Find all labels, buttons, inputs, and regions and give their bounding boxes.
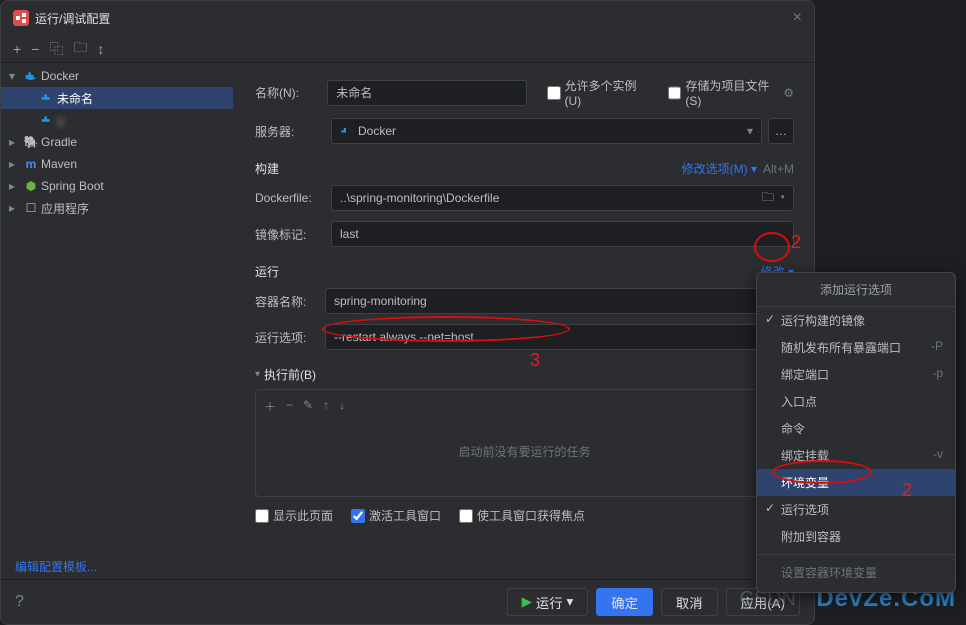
tree-node-maven[interactable]: ▸ m Maven bbox=[1, 153, 233, 175]
run-options-input[interactable] bbox=[325, 324, 794, 350]
application-icon: ☐ bbox=[21, 201, 41, 215]
remove-task-button[interactable]: − bbox=[286, 398, 293, 415]
popup-item-attach-container[interactable]: 附加到容器 bbox=[757, 523, 955, 550]
dockerfile-label: Dockerfile: bbox=[255, 191, 331, 205]
name-input[interactable] bbox=[327, 80, 527, 106]
tree-node-springboot[interactable]: ▸ ⬢ Spring Boot bbox=[1, 175, 233, 197]
docker-icon bbox=[37, 113, 57, 127]
remove-config-button[interactable]: − bbox=[31, 41, 39, 57]
popup-item-entrypoint[interactable]: 入口点 bbox=[757, 388, 955, 415]
edit-templates-link[interactable]: 编辑配置模板... bbox=[15, 560, 97, 574]
ok-button[interactable]: 确定 bbox=[596, 588, 653, 616]
popup-title: 添加运行选项 bbox=[757, 273, 955, 307]
shortcut-hint: Alt+M bbox=[763, 162, 794, 176]
popup-item-command[interactable]: 命令 bbox=[757, 415, 955, 442]
run-section: 运行 修改 ▾ 容器名称: 运行选项: bbox=[255, 263, 794, 350]
sort-button[interactable]: ↕ bbox=[97, 41, 104, 57]
close-icon[interactable]: × bbox=[793, 9, 802, 27]
tree-node-app[interactable]: ▸ ☐ 应用程序 bbox=[1, 197, 233, 219]
popup-item-publish-all[interactable]: 随机发布所有暴露端口-P bbox=[757, 334, 955, 361]
dockerfile-field[interactable]: ..\spring-monitoring\Dockerfile 🗀 ▾ bbox=[331, 185, 794, 211]
container-name-label: 容器名称: bbox=[255, 293, 325, 310]
show-page-label: 显示此页面 bbox=[273, 507, 333, 524]
server-label: 服务器: bbox=[255, 123, 331, 140]
run-options-label: 运行选项: bbox=[255, 329, 325, 346]
activate-tool-window-checkbox[interactable]: 激活工具窗口 bbox=[351, 507, 441, 524]
down-task-button[interactable]: ↓ bbox=[339, 398, 345, 415]
allow-multi-instance-checkbox[interactable]: 允许多个实例(U) bbox=[547, 77, 648, 108]
activate-tool-window-label: 激活工具窗口 bbox=[369, 507, 441, 524]
name-label: 名称(N): bbox=[255, 84, 327, 101]
tree-label: Maven bbox=[41, 157, 77, 171]
tree-leaf-blurred[interactable]: g bbox=[1, 109, 233, 131]
add-config-button[interactable]: + bbox=[13, 41, 21, 57]
tree-label: Spring Boot bbox=[41, 179, 104, 193]
tree-label: g bbox=[57, 113, 64, 127]
server-more-button[interactable]: … bbox=[768, 118, 794, 144]
chevron-down-icon: ▾ bbox=[781, 190, 785, 204]
add-run-options-popup: 添加运行选项 运行构建的镜像 随机发布所有暴露端口-P 绑定端口-p 入口点 命… bbox=[756, 272, 956, 593]
copy-config-button[interactable]: ⿻ bbox=[49, 39, 63, 59]
build-title: 构建 bbox=[255, 160, 279, 177]
before-exec-title: 执行前(B) bbox=[264, 366, 316, 383]
allow-multi-label: 允许多个实例(U) bbox=[565, 77, 649, 108]
server-value: Docker bbox=[358, 124, 396, 138]
popup-item-run-options[interactable]: 运行选项 bbox=[757, 496, 955, 523]
docker-icon bbox=[21, 69, 41, 83]
run-button[interactable]: ▶运行 ▾ bbox=[507, 588, 589, 616]
gear-icon[interactable]: ⚙ bbox=[783, 86, 794, 100]
popup-item-env-vars[interactable]: 环境变量 bbox=[757, 469, 955, 496]
form-panel: 名称(N): 允许多个实例(U) 存储为项目文件(S) ⚙ 服务器: Docke… bbox=[233, 63, 814, 558]
build-modify-link[interactable]: 修改选项(M) ▾ bbox=[682, 162, 757, 176]
up-task-button[interactable]: ↑ bbox=[323, 398, 329, 415]
titlebar: 运行/调试配置 × bbox=[1, 1, 814, 35]
app-icon bbox=[13, 10, 29, 26]
server-select[interactable]: Docker ▾ bbox=[331, 118, 762, 144]
chevron-down-icon: ▾ bbox=[747, 124, 753, 138]
image-tag-input[interactable] bbox=[331, 221, 794, 247]
tree-node-docker[interactable]: ▾ Docker bbox=[1, 65, 233, 87]
focus-tool-window-label: 使工具窗口获得焦点 bbox=[477, 507, 585, 524]
tree-label: Gradle bbox=[41, 135, 77, 149]
popup-item-build-image[interactable]: 运行构建的镜像 bbox=[757, 307, 955, 334]
dockerfile-value: ..\spring-monitoring\Dockerfile bbox=[340, 191, 499, 205]
add-task-button[interactable]: ＋ bbox=[264, 398, 276, 415]
tree-label: 未命名 bbox=[57, 90, 93, 107]
spring-icon: ⬢ bbox=[21, 179, 41, 193]
show-page-checkbox[interactable]: 显示此页面 bbox=[255, 507, 333, 524]
before-exec-empty: 启动前没有要运行的任务 bbox=[264, 415, 785, 488]
image-tag-label: 镜像标记: bbox=[255, 226, 331, 243]
folder-view-button[interactable]: 🗀 bbox=[73, 37, 87, 61]
popup-item-bind-mounts[interactable]: 绑定挂载-v bbox=[757, 442, 955, 469]
sidebar-toolbar: + − ⿻ 🗀 ↕ bbox=[1, 35, 814, 63]
play-icon: ▶ bbox=[522, 594, 532, 610]
popup-item-bind-ports[interactable]: 绑定端口-p bbox=[757, 361, 955, 388]
cancel-button[interactable]: 取消 bbox=[661, 588, 718, 616]
tree-leaf-unnamed[interactable]: 未命名 bbox=[1, 87, 233, 109]
folder-icon[interactable]: 🗀 bbox=[762, 190, 774, 204]
dialog-title: 运行/调试配置 bbox=[35, 10, 110, 27]
collapse-icon[interactable]: ▾ bbox=[255, 369, 260, 380]
gradle-icon: 🐘 bbox=[21, 135, 41, 149]
config-tree: ▾ Docker 未命名 g ▸ 🐘 Gradle bbox=[1, 63, 233, 558]
tree-label: Docker bbox=[41, 69, 79, 83]
save-as-project-file-label: 存储为项目文件(S) bbox=[685, 77, 779, 108]
maven-icon: m bbox=[21, 157, 41, 171]
before-exec-section: ▾ 执行前(B) ＋ − ✎ ↑ ↓ 启动前没有要运行的任务 显示此页面 激活工具… bbox=[255, 366, 794, 524]
run-title: 运行 bbox=[255, 263, 279, 280]
popup-item-env-hint: 设置容器环境变量 bbox=[757, 559, 955, 586]
focus-tool-window-checkbox[interactable]: 使工具窗口获得焦点 bbox=[459, 507, 585, 524]
docker-icon bbox=[37, 91, 57, 105]
dialog-footer: ? ▶运行 ▾ 确定 取消 应用(A) bbox=[1, 579, 814, 624]
container-name-input[interactable] bbox=[325, 288, 794, 314]
build-section: 构建 修改选项(M) ▾ Alt+M Dockerfile: ..\spring-… bbox=[255, 160, 794, 247]
help-icon[interactable]: ? bbox=[15, 593, 24, 611]
tree-label: 应用程序 bbox=[41, 200, 89, 217]
save-as-project-file-checkbox[interactable]: 存储为项目文件(S) ⚙ bbox=[668, 77, 794, 108]
run-config-dialog: 运行/调试配置 × + − ⿻ 🗀 ↕ ▾ Docker 未命名 bbox=[0, 0, 815, 625]
edit-task-button[interactable]: ✎ bbox=[303, 398, 313, 415]
tree-node-gradle[interactable]: ▸ 🐘 Gradle bbox=[1, 131, 233, 153]
